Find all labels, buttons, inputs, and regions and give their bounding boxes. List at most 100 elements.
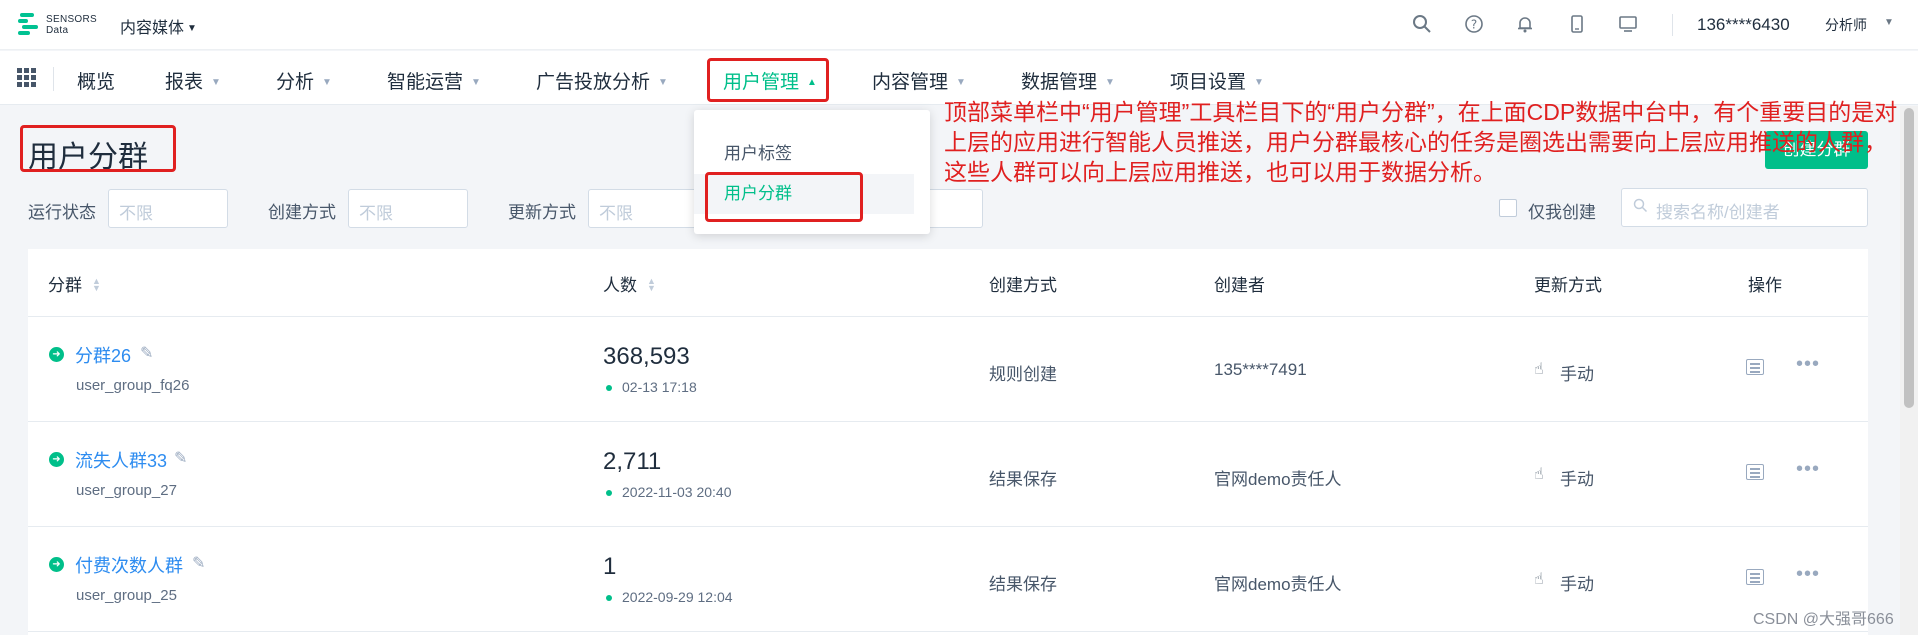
nav-item-content-management[interactable]: 内容管理 ▼ — [872, 67, 966, 94]
edit-icon[interactable]: ✎ — [174, 448, 187, 468]
status-dot-icon — [606, 490, 612, 496]
only-mine-checkbox[interactable] — [1499, 199, 1517, 217]
column-header-group[interactable]: 分群 ▲ ▼ — [48, 271, 101, 296]
mobile-icon[interactable] — [1566, 14, 1588, 36]
dropdown-item-user-tags[interactable]: 用户标签 — [694, 134, 914, 174]
sensors-data-logo[interactable]: SENSORS Data — [18, 12, 97, 38]
status-dot-icon — [606, 385, 612, 391]
nav-item-reports[interactable]: 报表 ▼ — [165, 67, 221, 94]
table-row: ➜ 流失人群33 ✎ user_group_27 2,711 2022-11-0… — [28, 422, 1868, 527]
group-creator: 官网demo责任人 — [1214, 470, 1342, 489]
scrollbar-thumb[interactable] — [1904, 108, 1914, 408]
column-header-creator: 创建者 — [1214, 276, 1265, 295]
nav-item-label: 广告投放分析 — [536, 72, 651, 93]
nav-item-smart-operation[interactable]: 智能运营 ▼ — [387, 67, 481, 94]
run-status-label: 运行状态 — [28, 203, 96, 222]
group-updated-time: 2022-11-03 20:40 — [622, 484, 732, 500]
group-update-method: 手动 — [1560, 575, 1594, 594]
more-options-icon[interactable]: ••• — [1796, 458, 1820, 481]
column-header-label: 人数 — [603, 276, 637, 295]
group-creator: 135****7491 — [1214, 360, 1307, 379]
monitor-icon[interactable] — [1617, 14, 1639, 36]
user-group-table: 分群 ▲ ▼ 人数 ▲ ▼ 创建方式 创建者 更新方式 操作 ➜ 分群26 ✎ user… — [28, 249, 1868, 635]
caret-down-icon: ▼ — [658, 77, 668, 88]
group-name-link[interactable]: 流失人群33 — [75, 447, 167, 473]
run-status-value: 不限 — [119, 204, 153, 223]
nav-item-label: 内容管理 — [872, 72, 949, 93]
group-create-method: 规则创建 — [989, 365, 1057, 384]
group-create-method: 结果保存 — [989, 470, 1057, 489]
nav-item-label: 概览 — [77, 72, 116, 93]
arrow-right-circle-icon: ➜ — [49, 452, 64, 467]
annotation-box-title — [20, 125, 176, 172]
nav-item-ad-analysis[interactable]: 广告投放分析 ▼ — [536, 67, 668, 94]
group-name-link[interactable]: 分群26 — [75, 342, 131, 368]
update-method-label: 更新方式 — [508, 203, 576, 222]
annotation-box-nav — [707, 58, 829, 102]
group-update-method: 手动 — [1560, 470, 1594, 489]
more-options-icon[interactable]: ••• — [1796, 353, 1820, 376]
hand-pointer-icon: ☝ — [1534, 361, 1544, 378]
help-icon[interactable]: ? — [1463, 14, 1485, 36]
nav-item-label: 报表 — [165, 72, 204, 93]
search-input[interactable]: 搜索名称/创建者 — [1621, 188, 1868, 227]
bell-icon[interactable] — [1514, 14, 1536, 36]
run-status-select[interactable]: 不限 — [108, 189, 228, 228]
sort-icon[interactable]: ▲ ▼ — [92, 277, 101, 293]
search-icon[interactable] — [1411, 14, 1433, 36]
nav-item-analysis[interactable]: 分析 ▼ — [276, 67, 332, 94]
create-method-select[interactable]: 不限 — [348, 189, 468, 228]
nav-item-label: 项目设置 — [1170, 72, 1247, 93]
group-create-method: 结果保存 — [989, 575, 1057, 594]
vertical-scrollbar[interactable] — [1900, 106, 1918, 635]
group-update-method: 手动 — [1560, 365, 1594, 384]
project-name: 内容媒体 — [120, 20, 185, 37]
detail-list-icon[interactable] — [1746, 569, 1764, 585]
arrow-right-circle-icon: ➜ — [49, 347, 64, 362]
table-row: ➜ 分群26 ✎ user_group_fq26 368,593 02-13 1… — [28, 317, 1868, 422]
user-account[interactable]: 136****6430 — [1697, 15, 1790, 35]
project-selector[interactable]: 内容媒体 ▼ — [120, 14, 197, 38]
group-name-link[interactable]: 付费次数人群 — [75, 552, 183, 578]
column-header-actions: 操作 — [1748, 276, 1782, 295]
svg-text:?: ? — [1471, 18, 1477, 32]
group-count: 368,593 — [603, 343, 690, 370]
group-code: user_group_25 — [76, 587, 177, 604]
caret-down-icon: ▼ — [1105, 77, 1115, 88]
app-grid-icon[interactable] — [17, 68, 37, 88]
annotation-text: 顶部菜单栏中“用户管理”工具栏目下的“用户分群”，在上面CDP数据中台中，有个重… — [944, 99, 1898, 185]
caret-down-icon: ▼ — [211, 77, 221, 88]
user-role-badge[interactable]: 分析师 — [1825, 15, 1867, 35]
edit-icon[interactable]: ✎ — [140, 343, 153, 363]
nav-item-project-settings[interactable]: 项目设置 ▼ — [1170, 67, 1264, 94]
nav-divider — [53, 67, 54, 91]
table-row: ➜ 付费次数人群 ✎ user_group_25 1 2022-09-29 12… — [28, 527, 1868, 632]
hand-pointer-icon: ☝ — [1534, 466, 1544, 483]
detail-list-icon[interactable] — [1746, 464, 1764, 480]
chevron-down-icon[interactable]: ▼ — [1884, 17, 1894, 28]
nav-item-label: 数据管理 — [1021, 72, 1098, 93]
only-mine-label[interactable]: 仅我创建 — [1528, 198, 1596, 223]
topbar-divider — [1672, 14, 1673, 36]
nav-item-data-management[interactable]: 数据管理 ▼ — [1021, 67, 1115, 94]
column-header-update-method: 更新方式 — [1534, 276, 1602, 295]
edit-icon[interactable]: ✎ — [192, 553, 205, 573]
group-creator: 官网demo责任人 — [1214, 575, 1342, 594]
caret-down-icon: ▼ — [322, 77, 332, 88]
arrow-right-circle-icon: ➜ — [49, 557, 64, 572]
create-method-label: 创建方式 — [268, 203, 336, 222]
logo-mark-icon — [18, 12, 40, 38]
sort-icon[interactable]: ▲ ▼ — [647, 277, 656, 293]
nav-item-overview[interactable]: 概览 — [77, 67, 115, 94]
nav-item-label: 分析 — [276, 72, 315, 93]
group-count: 1 — [603, 553, 617, 580]
hand-pointer-icon: ☝ — [1534, 571, 1544, 588]
detail-list-icon[interactable] — [1746, 359, 1764, 375]
group-updated-time: 2022-09-29 12:04 — [622, 589, 733, 605]
caret-down-icon: ▼ — [471, 77, 481, 88]
search-placeholder: 搜索名称/创建者 — [1656, 203, 1780, 222]
create-method-value: 不限 — [359, 204, 393, 223]
group-count: 2,711 — [603, 448, 662, 475]
more-options-icon[interactable]: ••• — [1796, 563, 1820, 586]
column-header-count[interactable]: 人数 ▲ ▼ — [603, 271, 656, 296]
